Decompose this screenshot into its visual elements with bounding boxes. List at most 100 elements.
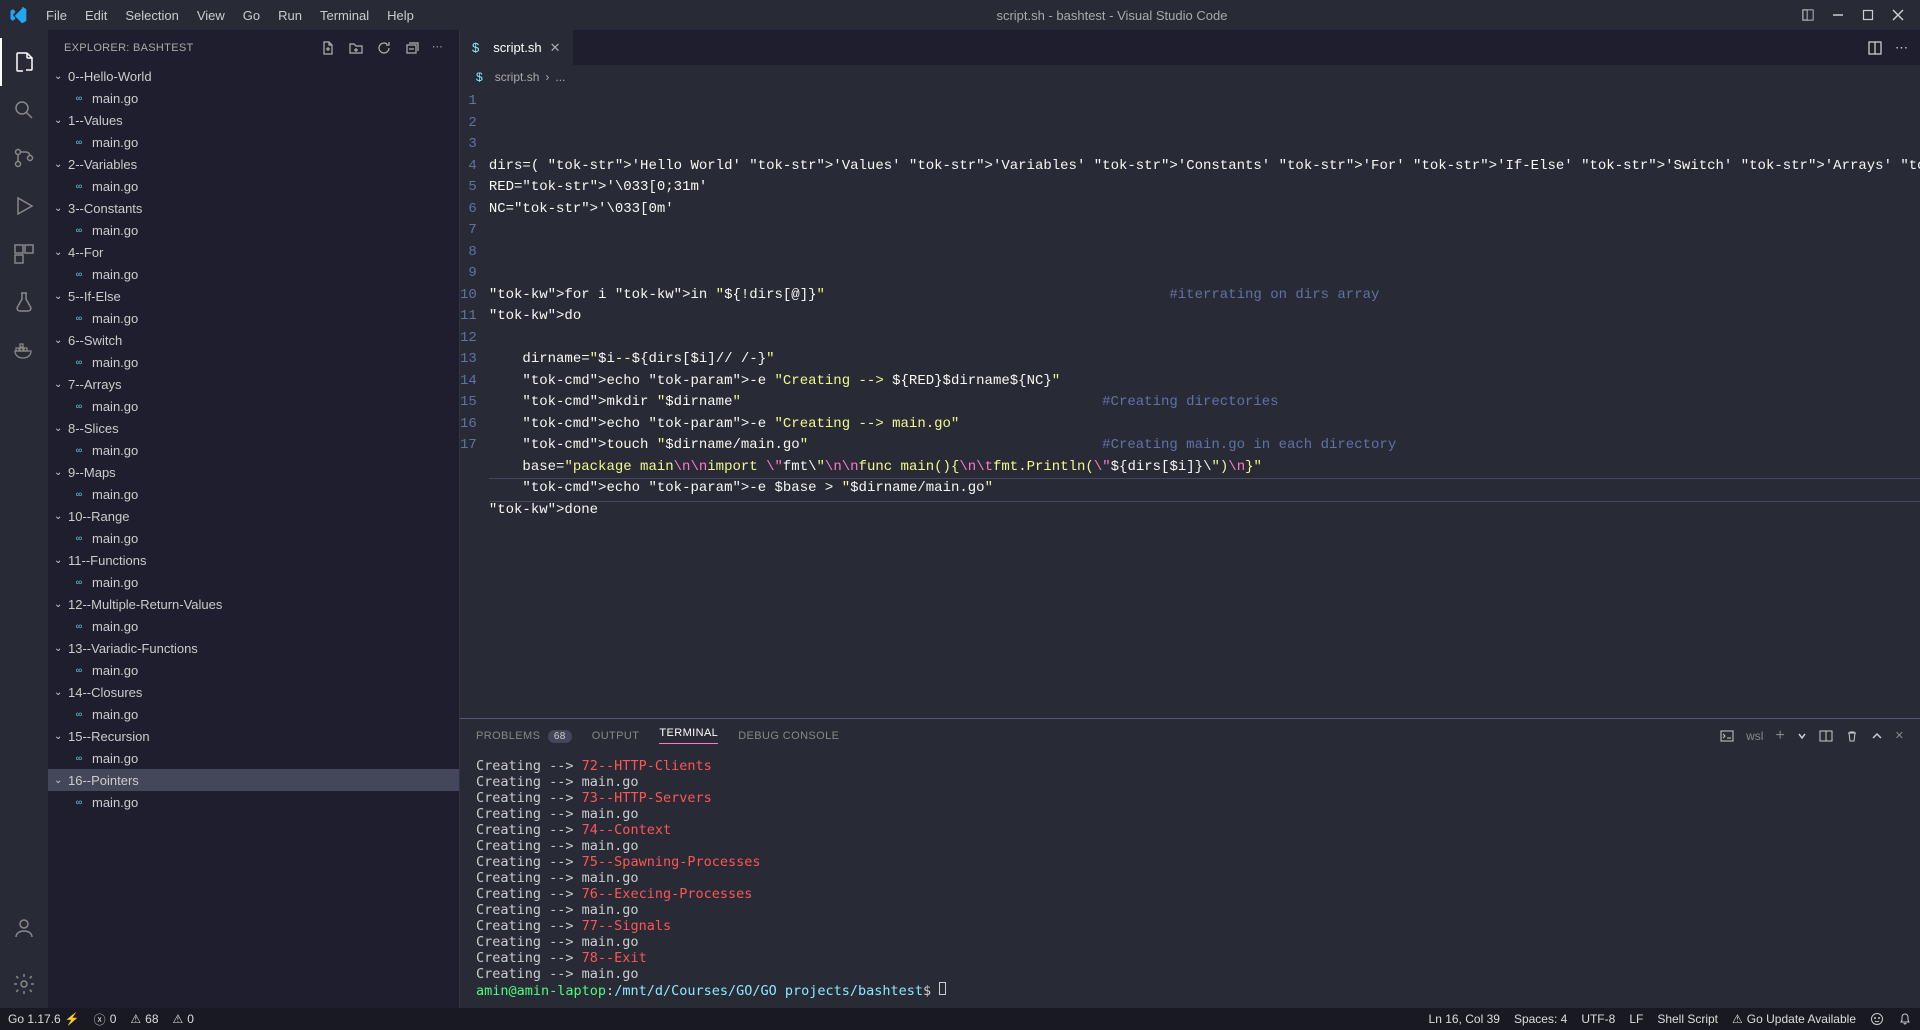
maximize-panel-icon[interactable] (1871, 730, 1883, 742)
file-tree[interactable]: ⌄0--Hello-World∞main.go⌄1--Values∞main.g… (48, 65, 459, 1008)
file-item[interactable]: ∞main.go (48, 219, 459, 241)
activity-source-control-icon[interactable] (0, 134, 48, 182)
folder-item[interactable]: ⌄5--If-Else (48, 285, 459, 307)
file-item[interactable]: ∞main.go (48, 395, 459, 417)
activity-extensions-icon[interactable] (0, 230, 48, 278)
status-errors[interactable]: ⓧ 0 (94, 1011, 117, 1028)
go-file-icon: ∞ (70, 751, 88, 765)
new-folder-icon[interactable] (348, 40, 364, 56)
panel-tabs: PROBLEMS 68 OUTPUT TERMINAL DEBUG CONSOL… (460, 719, 1920, 752)
file-item[interactable]: ∞main.go (48, 791, 459, 813)
status-lang[interactable]: Shell Script (1657, 1012, 1718, 1026)
folder-item[interactable]: ⌄3--Constants (48, 197, 459, 219)
panel-tab-output[interactable]: OUTPUT (592, 730, 640, 742)
close-panel-icon[interactable]: ✕ (1895, 729, 1904, 742)
menu-terminal[interactable]: Terminal (312, 4, 377, 27)
folder-item[interactable]: ⌄2--Variables (48, 153, 459, 175)
file-item[interactable]: ∞main.go (48, 703, 459, 725)
folder-name: 10--Range (68, 509, 129, 524)
folder-item[interactable]: ⌄1--Values (48, 109, 459, 131)
status-eol[interactable]: LF (1629, 1012, 1643, 1026)
folder-item[interactable]: ⌄8--Slices (48, 417, 459, 439)
file-item[interactable]: ∞main.go (48, 527, 459, 549)
status-go-update[interactable]: ⚠ Go Update Available (1732, 1012, 1856, 1026)
more-icon[interactable]: ⋯ (432, 40, 443, 56)
panel-tab-problems[interactable]: PROBLEMS 68 (476, 730, 572, 742)
status-bell-icon[interactable] (1898, 1012, 1912, 1026)
file-item[interactable]: ∞main.go (48, 659, 459, 681)
collapse-all-icon[interactable] (404, 40, 420, 56)
status-warnings[interactable]: ⚠ 68 (130, 1012, 158, 1026)
new-file-icon[interactable] (320, 40, 336, 56)
file-item[interactable]: ∞main.go (48, 307, 459, 329)
file-item[interactable]: ∞main.go (48, 571, 459, 593)
file-item[interactable]: ∞main.go (48, 131, 459, 153)
status-cursor[interactable]: Ln 16, Col 39 (1429, 1012, 1500, 1026)
folder-item[interactable]: ⌄7--Arrays (48, 373, 459, 395)
folder-item[interactable]: ⌄12--Multiple-Return-Values (48, 593, 459, 615)
file-item[interactable]: ∞main.go (48, 439, 459, 461)
folder-item[interactable]: ⌄11--Functions (48, 549, 459, 571)
vscode-logo-icon (8, 5, 28, 25)
chevron-down-icon: ⌄ (54, 71, 66, 82)
activity-account-icon[interactable] (0, 904, 48, 952)
folder-item[interactable]: ⌄4--For (48, 241, 459, 263)
folder-item[interactable]: ⌄9--Maps (48, 461, 459, 483)
folder-item[interactable]: ⌄6--Switch (48, 329, 459, 351)
activity-run-debug-icon[interactable] (0, 182, 48, 230)
status-feedback-icon[interactable] (1870, 1012, 1884, 1026)
split-terminal-icon[interactable] (1819, 729, 1833, 743)
activity-search-icon[interactable] (0, 86, 48, 134)
folder-item[interactable]: ⌄14--Closures (48, 681, 459, 703)
new-terminal-icon[interactable]: + (1775, 727, 1784, 745)
folder-item[interactable]: ⌄13--Variadic-Functions (48, 637, 459, 659)
folder-item[interactable]: ⌄0--Hello-World (48, 65, 459, 87)
folder-item[interactable]: ⌄15--Recursion (48, 725, 459, 747)
menu-edit[interactable]: Edit (77, 4, 115, 27)
folder-item[interactable]: ⌄10--Range (48, 505, 459, 527)
file-item[interactable]: ∞main.go (48, 175, 459, 197)
menu-selection[interactable]: Selection (117, 4, 186, 27)
file-item[interactable]: ∞main.go (48, 351, 459, 373)
refresh-icon[interactable] (376, 40, 392, 56)
menu-view[interactable]: View (189, 4, 233, 27)
terminal-launch-icon[interactable] (1720, 729, 1734, 743)
tab-close-icon[interactable]: ✕ (550, 40, 561, 56)
editor-code[interactable]: dirs=( "tok-str">'Hello World' "tok-str"… (489, 89, 1920, 718)
breadcrumb[interactable]: $ script.sh › ... (460, 65, 1920, 89)
file-item[interactable]: ∞main.go (48, 263, 459, 285)
terminal-prompt[interactable]: amin@amin-laptop:/mnt/d/Courses/GO/GO pr… (476, 982, 1904, 999)
status-diag[interactable]: ⚠ 0 (173, 1012, 194, 1026)
file-name: main.go (92, 575, 138, 590)
maximize-icon[interactable] (1862, 9, 1874, 21)
menu-go[interactable]: Go (235, 4, 268, 27)
split-editor-icon[interactable] (1867, 40, 1883, 56)
tab-script-sh[interactable]: $ script.sh ✕ (460, 30, 574, 65)
folder-item[interactable]: ⌄16--Pointers (48, 769, 459, 791)
file-item[interactable]: ∞main.go (48, 747, 459, 769)
terminal-dropdown-icon[interactable] (1797, 731, 1807, 741)
editor[interactable]: 1234567891011121314151617 dirs=( "tok-st… (460, 89, 1920, 718)
activity-settings-icon[interactable] (0, 960, 48, 1008)
menu-help[interactable]: Help (379, 4, 422, 27)
close-icon[interactable] (1892, 9, 1904, 21)
menu-file[interactable]: File (38, 4, 75, 27)
file-item[interactable]: ∞main.go (48, 87, 459, 109)
status-spaces[interactable]: Spaces: 4 (1514, 1012, 1567, 1026)
status-encoding[interactable]: UTF-8 (1581, 1012, 1615, 1026)
kill-terminal-icon[interactable] (1845, 729, 1859, 743)
terminal[interactable]: Creating --> 72--HTTP-ClientsCreating --… (460, 752, 1920, 1008)
panel-tab-terminal[interactable]: TERMINAL (659, 727, 718, 744)
shell-icon: $ (476, 70, 483, 84)
menu-run[interactable]: Run (270, 4, 310, 27)
editor-more-icon[interactable]: ⋯ (1895, 40, 1908, 56)
activity-docker-icon[interactable] (0, 326, 48, 374)
minimize-icon[interactable] (1832, 9, 1844, 21)
file-item[interactable]: ∞main.go (48, 615, 459, 637)
panel-tab-debug[interactable]: DEBUG CONSOLE (738, 730, 839, 742)
file-item[interactable]: ∞main.go (48, 483, 459, 505)
status-go-version[interactable]: Go 1.17.6 ⚡ (8, 1012, 80, 1026)
activity-testing-icon[interactable] (0, 278, 48, 326)
layout-toggle-icon[interactable] (1802, 9, 1814, 21)
activity-explorer-icon[interactable] (0, 38, 48, 86)
